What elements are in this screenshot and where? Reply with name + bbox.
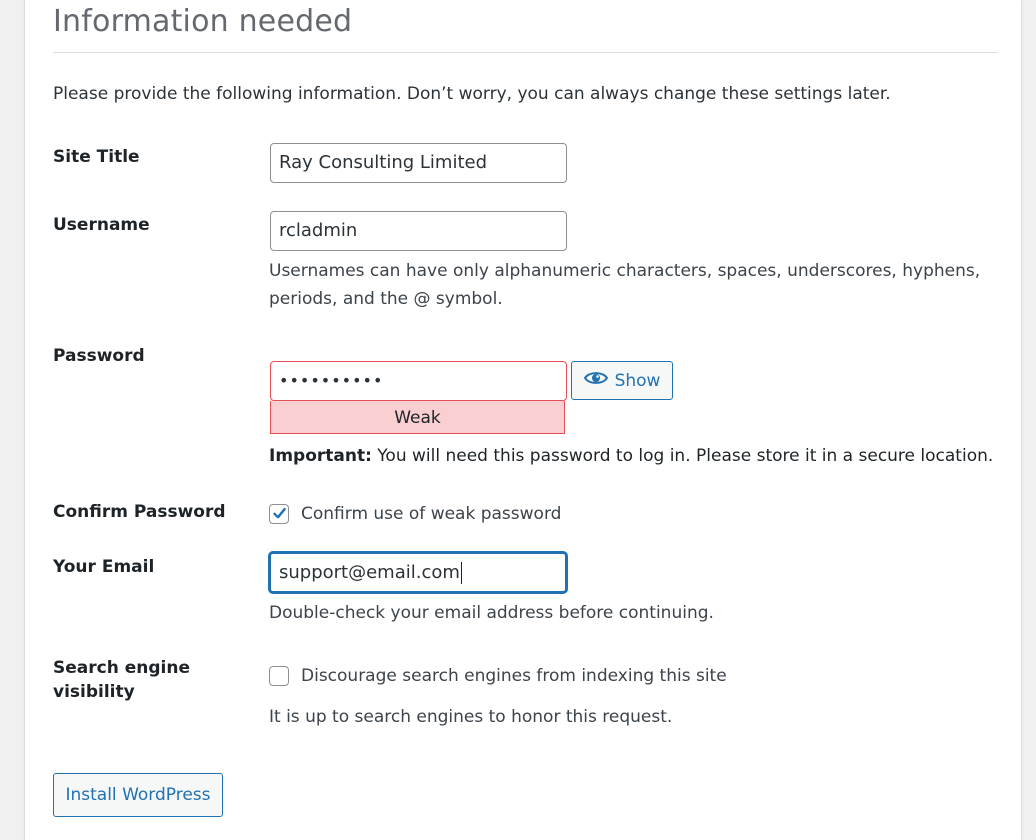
site-title-label: Site Title [53, 147, 140, 167]
confirm-password-label: Confirm Password [53, 502, 226, 522]
username-input[interactable]: rcladmin [270, 211, 567, 251]
discourage-search-label[interactable]: Discourage search engines from indexing … [301, 664, 727, 688]
important-label: Important: [269, 446, 372, 466]
email-input[interactable]: support@email.com [269, 552, 567, 593]
heading-divider [53, 52, 998, 53]
email-description: Double-check your email address before c… [269, 603, 714, 623]
email-label: Your Email [53, 557, 155, 577]
search-visibility-label-line1: Search engine [53, 658, 190, 678]
username-label: Username [53, 215, 150, 235]
install-wordpress-button[interactable]: Install WordPress [53, 773, 223, 817]
checkmark-icon [273, 508, 286, 519]
password-important-note: Important: You will need this password t… [269, 442, 993, 470]
username-description: Usernames can have only alphanumeric cha… [269, 257, 980, 313]
search-visibility-label-line2: visibility [53, 682, 135, 702]
setup-panel: Information needed Please provide the fo… [24, 0, 1022, 840]
intro-text: Please provide the following information… [53, 84, 891, 104]
search-visibility-label: Search engine visibility [53, 656, 190, 704]
text-caret [460, 562, 462, 584]
eye-icon [583, 370, 608, 391]
confirm-weak-password-label[interactable]: Confirm use of weak password [301, 502, 561, 526]
username-description-line1: Usernames can have only alphanumeric cha… [269, 261, 981, 281]
password-input[interactable]: •••••••••• [270, 361, 567, 401]
password-strength-meter: Weak [270, 401, 565, 434]
email-value: support@email.com [279, 562, 460, 583]
username-description-line2: periods, and the @ symbol. [269, 289, 503, 309]
show-password-label: Show [614, 370, 661, 391]
important-text: You will need this password to log in. P… [371, 446, 994, 466]
search-visibility-description: It is up to search engines to honor this… [269, 707, 673, 727]
discourage-search-checkbox[interactable] [269, 666, 289, 686]
site-title-input[interactable]: Ray Consulting Limited [270, 143, 567, 183]
show-password-button[interactable]: Show [571, 361, 673, 400]
password-label: Password [53, 346, 145, 366]
page-title: Information needed [53, 4, 353, 39]
confirm-weak-password-checkbox[interactable] [269, 504, 289, 524]
